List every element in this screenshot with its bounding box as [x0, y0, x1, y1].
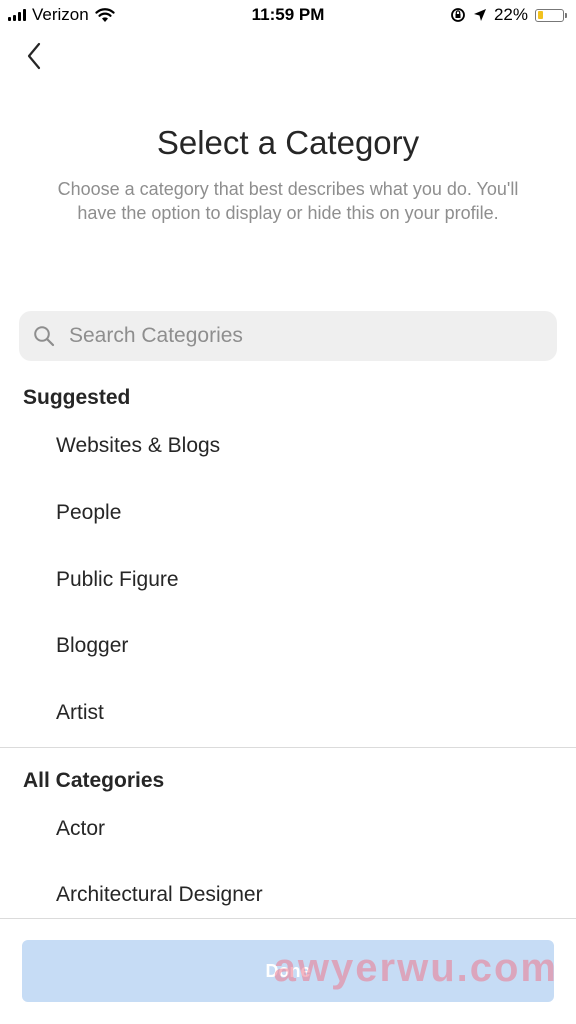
list-item-public-figure[interactable]: Public Figure: [0, 550, 576, 610]
search-bar[interactable]: [19, 311, 557, 361]
battery-fill: [537, 11, 543, 19]
search-input[interactable]: [67, 323, 511, 349]
list-item-label: Blogger: [56, 634, 129, 657]
status-bar: Verizon 11:59 PM 22%: [0, 0, 576, 30]
orientation-lock-icon: [451, 8, 465, 22]
location-icon: [473, 9, 486, 21]
list-item-blogger[interactable]: Blogger: [0, 616, 576, 676]
list-item-label: Public Figure: [56, 568, 179, 591]
page-title: Select a Category: [156, 124, 420, 161]
section-divider: [0, 747, 576, 748]
status-right: 22%: [450, 5, 567, 25]
footer-divider: [0, 918, 576, 919]
list-item-label: People: [56, 501, 122, 524]
list-item-actor[interactable]: Actor: [0, 799, 576, 859]
list-item-label: Architectural Designer: [56, 883, 263, 906]
battery-icon: [535, 8, 567, 22]
list-item-label: Actor: [56, 817, 106, 840]
page-subtitle: Choose a category that best describes wh…: [57, 179, 519, 223]
list-item-architectural-designer[interactable]: Architectural Designer: [0, 865, 576, 925]
chevron-left-icon: [27, 42, 41, 70]
list-item-label: Websites & Blogs: [56, 434, 221, 457]
list-item-websites-blogs[interactable]: Websites & Blogs: [0, 416, 576, 476]
section-all-categories-header: All Categories: [23, 769, 165, 792]
watermark: awyerwu.com: [273, 946, 558, 990]
section-suggested-header: Suggested: [23, 386, 131, 409]
list-item-label: Artist: [56, 701, 104, 724]
search-icon: [34, 326, 55, 347]
back-button[interactable]: [18, 38, 50, 74]
battery-percent: 22%: [493, 5, 528, 24]
list-item-people[interactable]: People: [0, 483, 576, 543]
list-item-artist[interactable]: Artist: [0, 683, 576, 743]
